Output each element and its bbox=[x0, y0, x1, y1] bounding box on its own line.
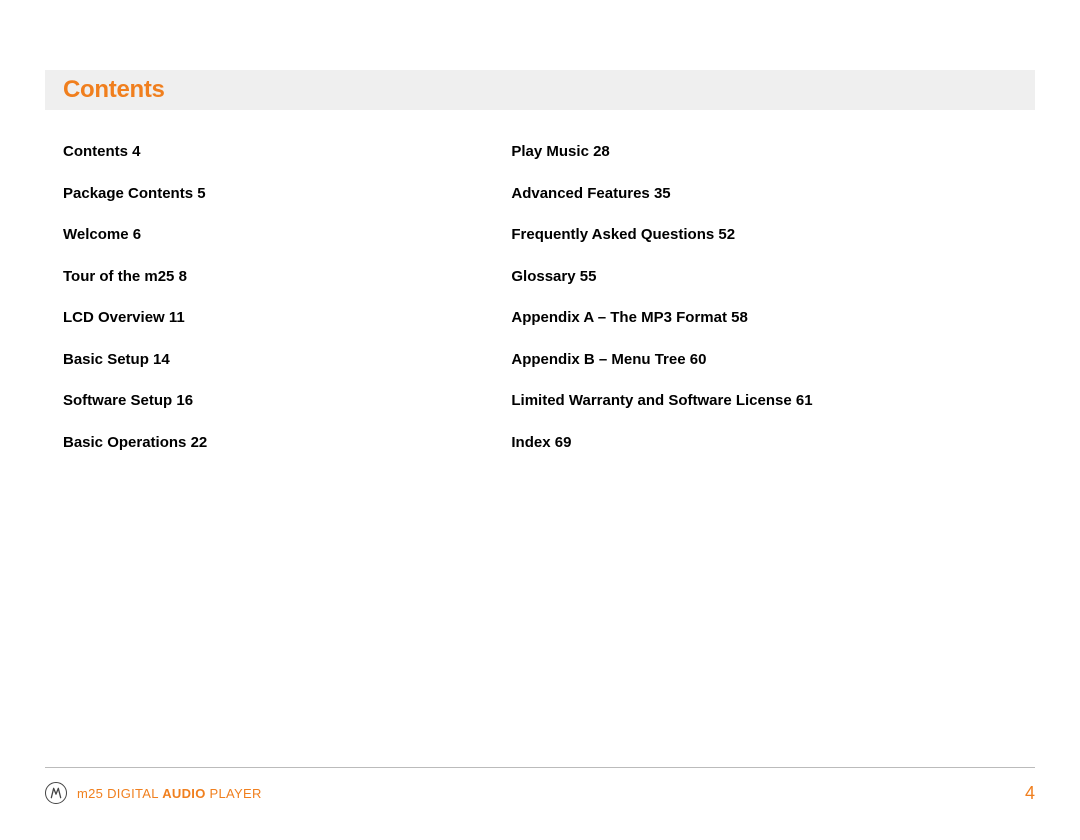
page-title: Contents bbox=[63, 76, 1017, 104]
toc-right-column: Play Music 28 Advanced Features 35 Frequ… bbox=[511, 142, 1017, 474]
toc-label: Basic Operations bbox=[63, 434, 186, 451]
page-number: 4 bbox=[1025, 783, 1035, 804]
toc-page: 11 bbox=[169, 309, 185, 326]
toc-entry[interactable]: Limited Warranty and Software License 61 bbox=[511, 391, 1017, 411]
toc-label: Package Contents bbox=[63, 185, 193, 202]
toc-label: Advanced Features bbox=[511, 185, 649, 202]
toc-page: 58 bbox=[731, 309, 748, 326]
toc-page: 60 bbox=[690, 351, 707, 368]
motorola-logo-icon bbox=[45, 782, 67, 804]
toc-entry[interactable]: Appendix B – Menu Tree 60 bbox=[511, 350, 1017, 370]
toc-label: Index bbox=[511, 434, 550, 451]
toc-entry[interactable]: LCD Overview 11 bbox=[63, 308, 511, 328]
footer-product-name: m25 DIGITAL AUDIO PLAYER bbox=[77, 786, 262, 801]
toc-page: 16 bbox=[176, 392, 193, 409]
toc-label: Frequently Asked Questions bbox=[511, 226, 714, 243]
toc-page: 55 bbox=[580, 268, 597, 285]
toc-page: 69 bbox=[555, 434, 572, 451]
toc-label: Basic Setup bbox=[63, 351, 149, 368]
toc-columns: Contents 4 Package Contents 5 Welcome 6 … bbox=[45, 142, 1035, 474]
toc-entry[interactable]: Tour of the m25 8 bbox=[63, 267, 511, 287]
toc-label: Play Music bbox=[511, 143, 589, 160]
toc-left-column: Contents 4 Package Contents 5 Welcome 6 … bbox=[63, 142, 511, 474]
toc-page: 28 bbox=[593, 143, 610, 160]
toc-entry[interactable]: Contents 4 bbox=[63, 142, 511, 162]
toc-entry[interactable]: Advanced Features 35 bbox=[511, 184, 1017, 204]
toc-page: 52 bbox=[718, 226, 735, 243]
toc-page: 5 bbox=[197, 185, 205, 202]
toc-entry[interactable]: Play Music 28 bbox=[511, 142, 1017, 162]
toc-label: Contents bbox=[63, 143, 128, 160]
footer-prefix: m25 DIGITAL bbox=[77, 786, 162, 801]
footer-left: m25 DIGITAL AUDIO PLAYER bbox=[45, 782, 262, 804]
toc-label: Appendix B – Menu Tree bbox=[511, 351, 685, 368]
toc-page: 14 bbox=[153, 351, 170, 368]
toc-entry[interactable]: Basic Operations 22 bbox=[63, 433, 511, 453]
toc-label: Glossary bbox=[511, 268, 575, 285]
toc-label: Software Setup bbox=[63, 392, 172, 409]
toc-entry[interactable]: Index 69 bbox=[511, 433, 1017, 453]
toc-page: 6 bbox=[133, 226, 141, 243]
toc-label: Appendix A – The MP3 Format bbox=[511, 309, 727, 326]
toc-entry[interactable]: Package Contents 5 bbox=[63, 184, 511, 204]
title-bar: Contents bbox=[45, 70, 1035, 110]
toc-page: 61 bbox=[796, 392, 813, 409]
toc-entry[interactable]: Frequently Asked Questions 52 bbox=[511, 225, 1017, 245]
toc-entry[interactable]: Welcome 6 bbox=[63, 225, 511, 245]
toc-page: 8 bbox=[179, 268, 187, 285]
toc-entry[interactable]: Basic Setup 14 bbox=[63, 350, 511, 370]
toc-label: LCD Overview bbox=[63, 309, 165, 326]
toc-label: Limited Warranty and Software License bbox=[511, 392, 791, 409]
footer-bold: AUDIO bbox=[162, 786, 205, 801]
toc-entry[interactable]: Glossary 55 bbox=[511, 267, 1017, 287]
footer-suffix: PLAYER bbox=[206, 786, 262, 801]
toc-label: Tour of the m25 bbox=[63, 268, 174, 285]
toc-page: 22 bbox=[191, 434, 208, 451]
toc-entry[interactable]: Software Setup 16 bbox=[63, 391, 511, 411]
page-footer: m25 DIGITAL AUDIO PLAYER 4 bbox=[45, 767, 1035, 804]
toc-label: Welcome bbox=[63, 226, 129, 243]
toc-page: 35 bbox=[654, 185, 671, 202]
toc-page: 4 bbox=[132, 143, 140, 160]
toc-entry[interactable]: Appendix A – The MP3 Format 58 bbox=[511, 308, 1017, 328]
